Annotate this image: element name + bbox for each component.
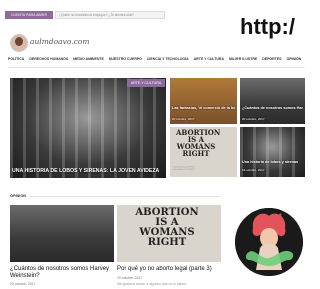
url-overlay-text: http:/ [240,14,295,39]
nav-item[interactable]: NUESTRO CUERPO [109,57,142,65]
nav-item[interactable]: OPINIÓN [286,57,301,65]
main-nav: POLÍTICA DERECHOS HUMANOS MEDIO AMBIENTE… [8,57,308,65]
nav-item[interactable]: POLÍTICA [8,57,24,65]
nav-item[interactable]: DEPORTES [262,57,281,65]
mascot-avatar-illustration[interactable] [235,208,303,276]
top-bar-search-field[interactable]: ¿Quién no necesita un empujón? ¿Te sient… [55,11,165,19]
side-article-date: 19 octubre, 2017 [242,168,265,172]
nav-item[interactable]: ARTE Y CULTURA [194,57,224,65]
opinion-article-image[interactable]: ABORTION IS A WOMANS RIGHT [117,205,221,262]
opinion-article-image[interactable] [10,205,114,262]
sign-line: RIGHT [182,149,210,158]
sign-line: RIGHT [147,237,187,248]
nav-item[interactable]: MUJER ILUSTRE [229,57,257,65]
nav-item[interactable]: MEDIO AMBIENTE [73,57,104,65]
side-article-title[interactable]: Las fantasías, 'el comercio de la bellez… [172,106,235,110]
featured-caption[interactable]: UNA HISTORIA DE LOBOS Y SIRENAS: LA JOVE… [12,168,164,174]
side-article-title[interactable]: ¿Cuántos de nosotros somos Harvey Weinst… [242,106,303,110]
nav-item[interactable]: CIENCIA Y TECNOLOGÍA [147,57,189,65]
side-article-date: 20 octubre, 2017 [242,117,265,121]
side-article-title[interactable]: Una historia de lobos y sirenas [242,160,303,164]
site-logo-avatar[interactable] [10,34,28,52]
featured-image[interactable] [10,78,166,178]
side-article-date: 19 octubre, 2017 [172,166,195,170]
nav-item[interactable]: DERECHOS HUMANOS [29,57,68,65]
nav-divider [8,67,305,68]
side-article-date: 20 octubre, 2017 [172,117,195,121]
opinion-article-title[interactable]: Por qué yo no aborto legal (parte 3) [117,266,221,273]
top-bar-button[interactable]: CUENTA PARA ABRIR [5,11,53,19]
site-logo-text[interactable]: aulmdoavo.com [30,37,89,46]
opinion-article-date: 19 octubre, 2017 [117,276,143,280]
opinion-article-snippet: Me gustaría contar a algunos que no lo s… [117,282,189,286]
opinion-article-title[interactable]: ¿Cuántos de nosotros somos Harvey Weinst… [10,266,114,280]
category-badge[interactable]: ARTE Y CULTURA [127,79,165,87]
section-heading-opinion: OPINIÓN [10,194,27,198]
opinion-article-date: 20 octubre, 2017 [10,282,36,286]
section-divider [30,196,220,197]
